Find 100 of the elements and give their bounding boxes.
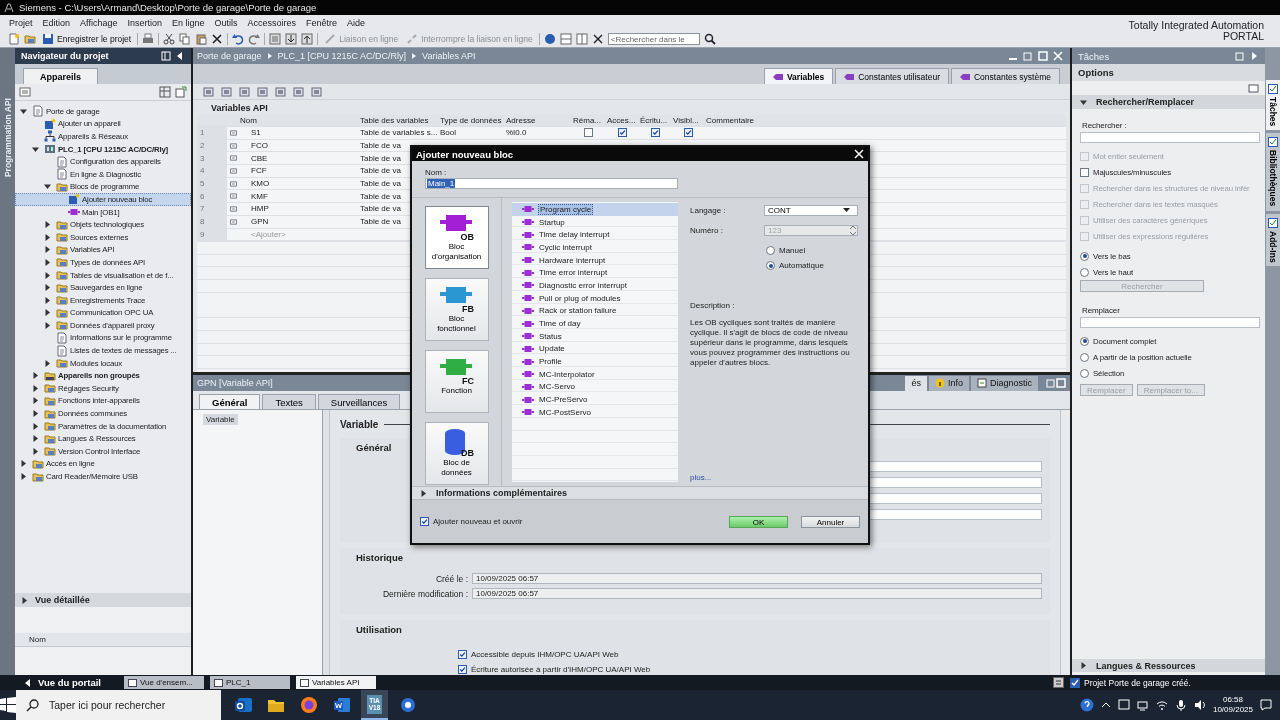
radio-button[interactable] [1080, 336, 1089, 346]
checkbox[interactable] [584, 128, 593, 138]
menu-item[interactable]: Accessoires [242, 18, 301, 29]
radio-button[interactable] [766, 261, 775, 270]
checkbox[interactable] [683, 128, 693, 138]
list-item[interactable]: MC-PreServo [512, 393, 678, 406]
undo-icon[interactable] [232, 33, 245, 46]
search-field[interactable] [1080, 132, 1260, 143]
editor-tab[interactable]: Constantes système [951, 68, 1060, 84]
copy-icon[interactable] [179, 33, 192, 46]
radio-button[interactable] [1080, 368, 1089, 378]
insert-row-icon[interactable] [221, 85, 233, 98]
vertical-tab[interactable]: Bibliothèques [1265, 133, 1280, 211]
restore-icon[interactable] [1235, 51, 1245, 61]
menu-item[interactable]: Aide [342, 18, 371, 29]
expand-arrow-icon[interactable] [21, 596, 28, 604]
expand-arrow-icon[interactable] [44, 296, 51, 304]
collapse-left-icon[interactable] [175, 51, 185, 61]
collapse-arrow-icon[interactable] [20, 107, 27, 115]
block-type-button[interactable]: FC Fonction [424, 350, 489, 413]
expand-arrow-icon[interactable] [20, 460, 27, 468]
expand-arrow-icon[interactable] [32, 435, 39, 443]
column-header[interactable]: Visibl... [670, 116, 703, 125]
expand-arrow-icon[interactable] [44, 233, 51, 241]
list-item[interactable]: Diagnostic error interrupt [512, 279, 678, 292]
close-icon[interactable] [591, 33, 604, 46]
expand-arrow-icon[interactable] [32, 422, 39, 430]
taskbar-search-field[interactable]: Taper ici pour rechercher [16, 690, 221, 720]
inspector-tab[interactable]: és [905, 375, 927, 391]
export-icon[interactable] [257, 85, 269, 98]
delete-icon[interactable] [211, 33, 224, 46]
ok-button[interactable]: OK [729, 515, 788, 528]
inspector-tab[interactable]: Général [199, 394, 261, 409]
expand-arrow-icon[interactable] [32, 384, 39, 392]
column-header[interactable]: Réma... [570, 116, 604, 125]
redo-icon[interactable] [248, 33, 261, 46]
add-row-icon[interactable] [203, 85, 215, 98]
chevron-up-icon[interactable] [1100, 701, 1111, 709]
language-dropdown[interactable]: CONT [764, 204, 858, 216]
menu-item[interactable]: En ligne [166, 18, 210, 29]
menu-item[interactable]: Insertion [122, 18, 167, 29]
expand-arrow-icon[interactable] [1080, 662, 1087, 669]
save-project-button[interactable]: Enregistrer le projet [40, 33, 134, 46]
speaker-icon[interactable] [1193, 699, 1206, 711]
notification-icon[interactable] [1260, 699, 1272, 711]
column-header[interactable]: Nom [237, 116, 357, 125]
expand-arrow-icon[interactable] [44, 221, 51, 229]
expand-arrow-icon[interactable] [420, 489, 427, 497]
editor-tab[interactable]: Vue d'ensem... [124, 676, 204, 689]
expand-arrow-icon[interactable] [20, 473, 27, 480]
list-item[interactable]: Hardware interrupt [512, 253, 678, 267]
list-item[interactable]: Program cycle [512, 203, 678, 216]
list-item[interactable]: Time error interrupt [512, 266, 678, 280]
close-icon[interactable] [854, 149, 864, 159]
expand-arrow-icon[interactable] [32, 397, 39, 405]
editor-tab[interactable]: Constantes utilisateur [835, 68, 949, 84]
print-icon[interactable] [142, 33, 155, 46]
expand-arrow-icon[interactable] [32, 447, 39, 455]
replace-field[interactable] [1080, 317, 1260, 328]
network-tray-icon[interactable] [1136, 699, 1149, 711]
paste-icon[interactable] [195, 33, 208, 46]
start-icon[interactable] [0, 697, 16, 713]
microphone-icon[interactable] [1174, 699, 1187, 711]
column-header[interactable]: Écritu... [637, 116, 670, 125]
monitor-icon[interactable] [275, 85, 287, 98]
cancel-button[interactable]: Annuler [801, 515, 860, 528]
import-icon[interactable] [239, 85, 251, 98]
list-item[interactable]: Rack or station failure [512, 304, 678, 318]
radio-button[interactable] [1080, 352, 1089, 362]
list-item[interactable]: Cyclic interrupt [512, 241, 678, 254]
upload-icon[interactable] [301, 33, 314, 46]
checkbox[interactable] [1080, 167, 1089, 177]
filter-icon[interactable] [293, 85, 305, 98]
column-header[interactable]: Acces... [604, 116, 637, 125]
inspector-tab[interactable]: Textes [262, 394, 316, 409]
collapse-arrow-icon[interactable] [1080, 98, 1087, 106]
restore-icon[interactable] [1046, 378, 1056, 388]
export-icon[interactable] [175, 86, 187, 98]
expand-arrow-icon[interactable] [44, 258, 51, 266]
expand-arrow-icon[interactable] [32, 372, 39, 380]
scrollbar[interactable] [1060, 410, 1070, 675]
list-item[interactable]: MC-PostServo [512, 406, 678, 419]
expand-arrow-icon[interactable] [44, 321, 51, 329]
column-header[interactable]: Commentaire [703, 116, 1066, 125]
inspector-tab[interactable]: Diagnostic [970, 375, 1038, 391]
device-tray-icon[interactable] [1117, 699, 1130, 711]
list-item[interactable]: Time of day [512, 317, 678, 330]
list-item[interactable]: Update [512, 342, 678, 356]
table-view-icon[interactable] [159, 86, 171, 98]
list-item[interactable]: Time delay interrupt [512, 228, 678, 242]
expand-arrow-icon[interactable] [44, 246, 51, 254]
checkbox[interactable] [458, 665, 467, 674]
nav-item[interactable]: Variable [203, 414, 238, 425]
search-icon[interactable] [703, 33, 716, 46]
checkbox[interactable] [420, 517, 429, 526]
panel-tab[interactable]: Appareils [23, 68, 98, 84]
radio-button[interactable] [1080, 251, 1089, 261]
column-header[interactable]: Table des variables [357, 116, 437, 125]
checkbox[interactable] [650, 128, 660, 138]
editor-tab[interactable]: Variables API [296, 676, 376, 689]
